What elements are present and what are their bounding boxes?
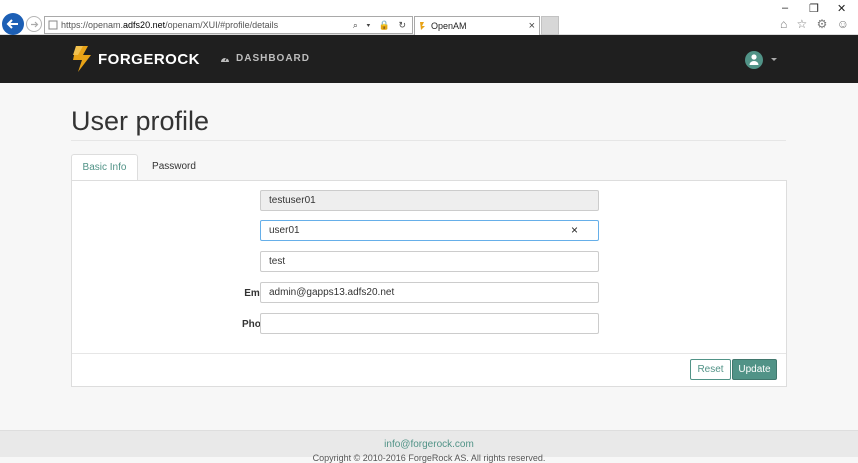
- forgerock-favicon-icon: [420, 22, 425, 30]
- browser-toolbar-icons[interactable]: ⌂ ☆ ⚙ ☺: [780, 17, 852, 31]
- browser-tab[interactable]: OpenAM ×: [414, 16, 540, 35]
- forgerock-logo-icon: [73, 46, 91, 72]
- email-field[interactable]: admin@gapps13.adfs20.net: [260, 282, 599, 303]
- minimize-icon[interactable]: –: [782, 2, 788, 14]
- new-tab-button[interactable]: [541, 16, 559, 35]
- username-field: testuser01: [260, 190, 599, 211]
- address-tools-icons[interactable]: ⌕ ▾ 🔒 ↻: [353, 17, 409, 33]
- page-title: User profile: [71, 106, 210, 136]
- title-divider: [71, 140, 786, 141]
- app-navbar: FORGEROCK DASHBOARD: [0, 35, 858, 83]
- first-name-value: user01: [269, 225, 300, 236]
- clear-input-icon[interactable]: ×: [571, 221, 578, 240]
- profile-form-panel: Username testuser01 First Name user01 × …: [71, 180, 787, 387]
- footer-copyright: Copyright © 2010-2016 ForgeRock AS. All …: [312, 453, 546, 463]
- page-icon: [48, 20, 58, 30]
- address-bar[interactable]: https://openam.adfs20.net/openam/XUI/#pr…: [44, 16, 413, 34]
- brand-logo[interactable]: FORGEROCK: [70, 45, 200, 73]
- phone-field[interactable]: [260, 313, 599, 334]
- footer-email-link[interactable]: info@forgerock.com: [0, 439, 858, 450]
- url-prefix: https://openam.: [61, 20, 124, 30]
- page-footer: info@forgerock.com Copyright © 2010-2016…: [0, 430, 858, 463]
- back-button[interactable]: [2, 13, 24, 35]
- tab-password[interactable]: Password: [141, 154, 207, 181]
- restore-icon[interactable]: ❐: [809, 2, 819, 15]
- first-name-field[interactable]: user01 ×: [260, 220, 599, 241]
- arrow-left-icon: [6, 19, 18, 29]
- dashboard-icon: [221, 56, 229, 62]
- brand-name: FORGEROCK: [98, 50, 200, 68]
- url-suffix: /openam/XUI/#profile/details: [165, 20, 279, 30]
- last-name-field[interactable]: test: [260, 251, 599, 272]
- forward-button[interactable]: [26, 16, 42, 32]
- tab-title: OpenAM: [431, 21, 467, 31]
- user-icon: [749, 54, 759, 65]
- reset-button[interactable]: Reset: [690, 359, 731, 380]
- dashboard-label: DASHBOARD: [236, 53, 310, 64]
- close-window-icon[interactable]: ✕: [837, 2, 846, 15]
- url-host: adfs20.net: [123, 20, 166, 30]
- browser-chrome: https://openam.adfs20.net/openam/XUI/#pr…: [0, 0, 858, 35]
- tab-basic-info[interactable]: Basic Info: [71, 154, 138, 181]
- dashboard-link[interactable]: DASHBOARD: [220, 53, 310, 64]
- arrow-right-icon: [31, 21, 39, 28]
- update-button[interactable]: Update: [732, 359, 777, 380]
- tab-close-icon[interactable]: ×: [529, 17, 535, 35]
- panel-footer-divider: [72, 353, 786, 354]
- user-menu-caret-icon[interactable]: [771, 58, 777, 61]
- user-avatar[interactable]: [745, 51, 763, 69]
